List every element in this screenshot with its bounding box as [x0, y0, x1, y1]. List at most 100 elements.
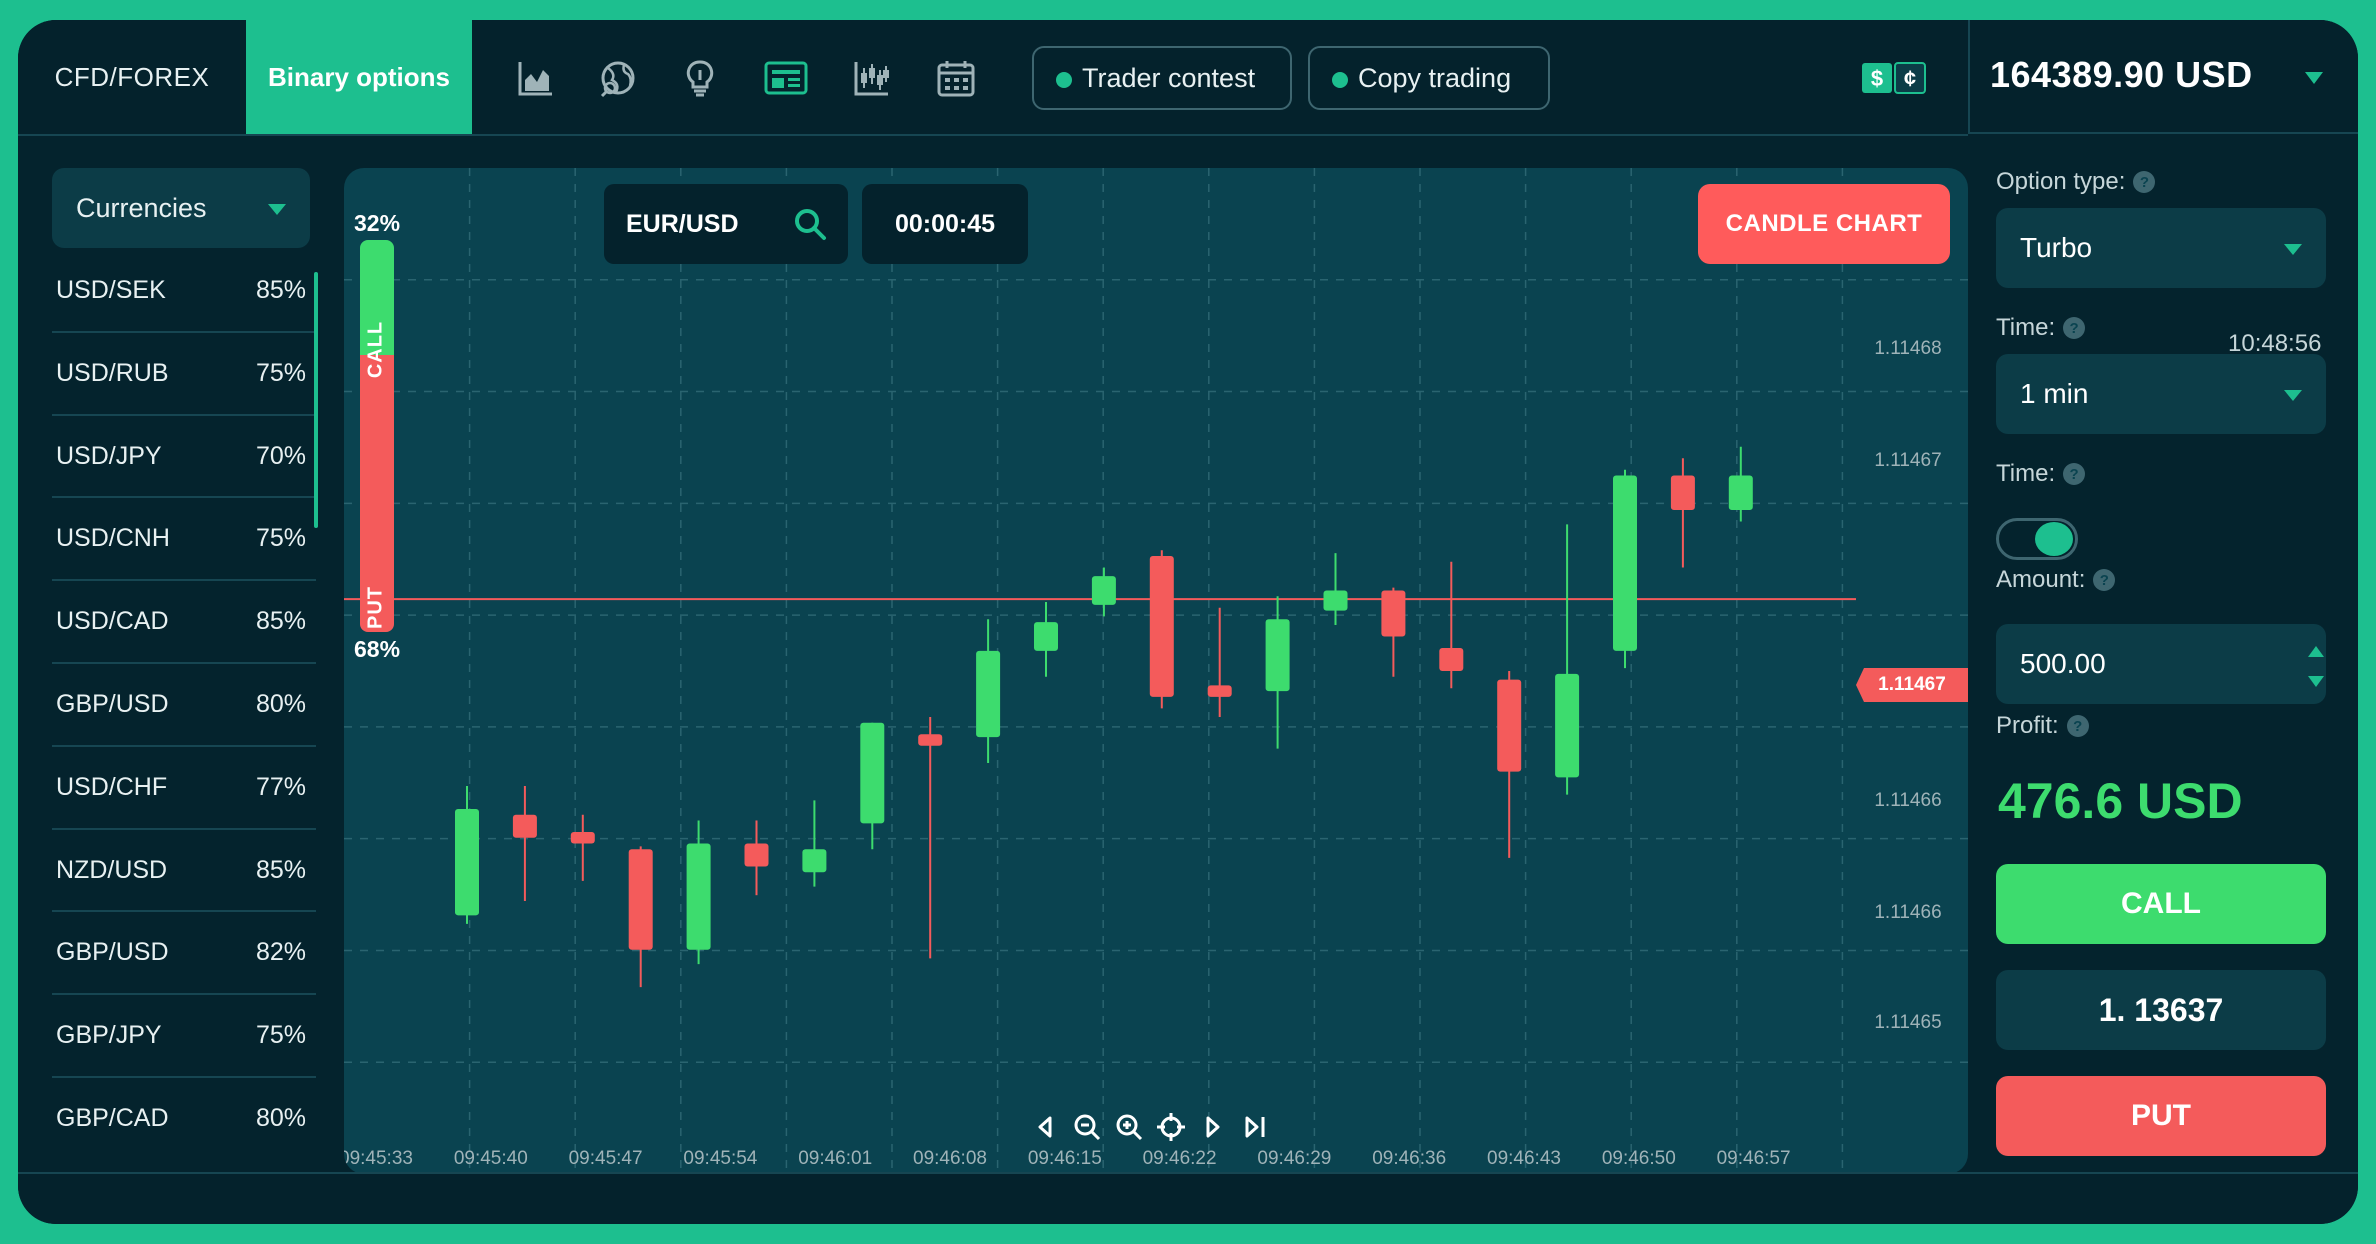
option-type-select[interactable]: Turbo	[1996, 208, 2326, 288]
amount-text: Amount:	[1996, 566, 2086, 593]
x-tick-label: 09:46:43	[1487, 1148, 1561, 1169]
lightbulb-icon[interactable]	[680, 58, 720, 98]
tab-binary-options[interactable]: Binary options	[246, 20, 472, 134]
pair-payout: 75%	[255, 1021, 306, 1050]
help-icon[interactable]: ?	[2063, 317, 2086, 339]
category-dropdown[interactable]: Currencies	[52, 168, 310, 248]
option-type-text: Option type:	[1996, 168, 2126, 195]
candles-icon[interactable]	[852, 58, 892, 98]
time-toggle-text: Time:	[1996, 460, 2056, 487]
chart-type-button[interactable]: CANDLE CHART	[1698, 184, 1950, 264]
top-bar: CFD/FOREX Binary options Trader contest …	[18, 20, 2358, 136]
list-item[interactable]: GBP/CAD 80%	[52, 1078, 316, 1161]
calendar-icon[interactable]	[936, 58, 976, 98]
pair-payout: 85%	[255, 607, 306, 636]
profit-value: 476.6 USD	[1998, 773, 2243, 829]
put-sentiment-percent: 68%	[354, 636, 401, 662]
candle-body	[918, 734, 943, 746]
pair-selector[interactable]: EUR/USD	[604, 184, 848, 264]
list-item[interactable]: GBP/USD 82%	[52, 912, 316, 996]
put-sentiment-label: PUT	[364, 586, 387, 629]
copy-trading-label: Copy trading	[1358, 62, 1512, 93]
selected-pair: EUR/USD	[626, 209, 739, 238]
candle-body	[1670, 475, 1695, 511]
y-tick-label: 1.11466	[1874, 902, 1941, 923]
list-item[interactable]: USD/CNH 75%	[52, 498, 316, 582]
help-icon[interactable]: ?	[2093, 569, 2116, 591]
call-sentiment-label: CALL	[364, 320, 387, 379]
candle-body	[1207, 685, 1232, 697]
trader-contest-button[interactable]: Trader contest	[1032, 46, 1292, 110]
y-tick-label: 1.11468	[1874, 338, 1941, 359]
tab-cfd-forex[interactable]: CFD/FOREX	[18, 20, 246, 134]
candle-body	[1439, 648, 1464, 671]
list-scrollbar[interactable]	[314, 272, 318, 528]
step-back-icon[interactable]	[1028, 1110, 1062, 1144]
time-toggle[interactable]	[1996, 518, 2078, 560]
pair-payout: 85%	[255, 855, 306, 884]
header-divider	[18, 134, 1968, 136]
candle-body	[1381, 590, 1406, 637]
chevron-down-icon[interactable]	[2305, 72, 2323, 84]
pair-name: GBP/USD	[56, 938, 169, 967]
time-text: Time:	[1996, 314, 2056, 341]
list-item[interactable]: USD/SEK 85%	[52, 250, 316, 333]
dollar-cent-icon[interactable]: $ ¢	[1861, 62, 1927, 94]
y-tick-label: 1.11465	[1874, 1012, 1941, 1033]
area-chart-icon[interactable]	[516, 58, 556, 98]
status-dot	[1332, 72, 1348, 88]
candle-body	[860, 722, 885, 824]
help-icon[interactable]: ?	[2063, 463, 2086, 485]
list-item[interactable]: USD/JPY 70%	[52, 416, 316, 499]
copy-trading-button[interactable]: Copy trading	[1308, 46, 1550, 110]
zoom-out-icon[interactable]	[1070, 1110, 1104, 1144]
list-item[interactable]: GBP/USD 80%	[52, 664, 316, 747]
news-icon[interactable]	[764, 58, 808, 98]
help-icon[interactable]: ?	[2133, 171, 2156, 193]
profit-label: Profit: ?	[1996, 712, 2089, 740]
globe-icon[interactable]	[598, 58, 638, 98]
call-sentiment-percent: 32%	[354, 210, 401, 236]
list-item[interactable]: GBP/JPY 75%	[52, 995, 316, 1078]
pair-payout: 82%	[255, 938, 306, 967]
x-tick-label: 09:46:01	[798, 1148, 872, 1169]
status-dot	[1056, 72, 1072, 88]
skip-end-icon[interactable]	[1238, 1110, 1272, 1144]
decrement-icon[interactable]	[2308, 676, 2324, 687]
pair-payout: 75%	[255, 524, 306, 553]
candle-body	[1265, 619, 1290, 692]
x-tick-label: 09:46:50	[1602, 1148, 1676, 1169]
pair-name: GBP/CAD	[56, 1103, 169, 1132]
candle-body	[1034, 622, 1058, 651]
candle-body	[686, 843, 711, 950]
list-item[interactable]: USD/CAD 85%	[52, 581, 316, 664]
amount-input[interactable]: 500.00	[1996, 624, 2326, 704]
category-label: Currencies	[76, 192, 207, 223]
pair-name: USD/JPY	[56, 441, 162, 470]
put-button[interactable]: PUT	[1996, 1076, 2326, 1156]
list-item[interactable]: USD/CHF 77%	[52, 747, 316, 830]
call-button[interactable]: CALL	[1996, 864, 2326, 944]
option-type-value: Turbo	[2020, 232, 2093, 263]
svg-text:$: $	[1871, 66, 1883, 91]
help-icon[interactable]: ?	[2066, 715, 2089, 737]
increment-icon[interactable]	[2308, 646, 2324, 657]
list-item[interactable]: USD/RUB 75%	[52, 333, 316, 416]
profit-text: Profit:	[1996, 712, 2059, 739]
current-rate: 1. 13637	[1996, 970, 2326, 1050]
price-chart[interactable]: 1.114681.114681.114671.114671.114661.114…	[344, 168, 1968, 1174]
expiry-time-select[interactable]: 1 min	[1996, 354, 2326, 434]
pair-name: USD/SEK	[56, 276, 166, 304]
x-tick-label: 09:46:08	[913, 1148, 987, 1169]
zoom-in-icon[interactable]	[1112, 1110, 1146, 1144]
pair-payout: 75%	[255, 358, 306, 387]
pair-payout: 80%	[255, 689, 306, 718]
y-tick-label: 1.11467	[1874, 450, 1941, 471]
pair-name: NZD/USD	[56, 855, 168, 884]
step-forward-icon[interactable]	[1196, 1110, 1230, 1144]
pair-payout: 85%	[255, 276, 306, 304]
search-icon[interactable]	[792, 206, 828, 242]
list-item[interactable]: NZD/USD 85%	[52, 830, 316, 913]
pair-payout: 70%	[255, 441, 306, 470]
crosshair-icon[interactable]	[1154, 1110, 1188, 1144]
